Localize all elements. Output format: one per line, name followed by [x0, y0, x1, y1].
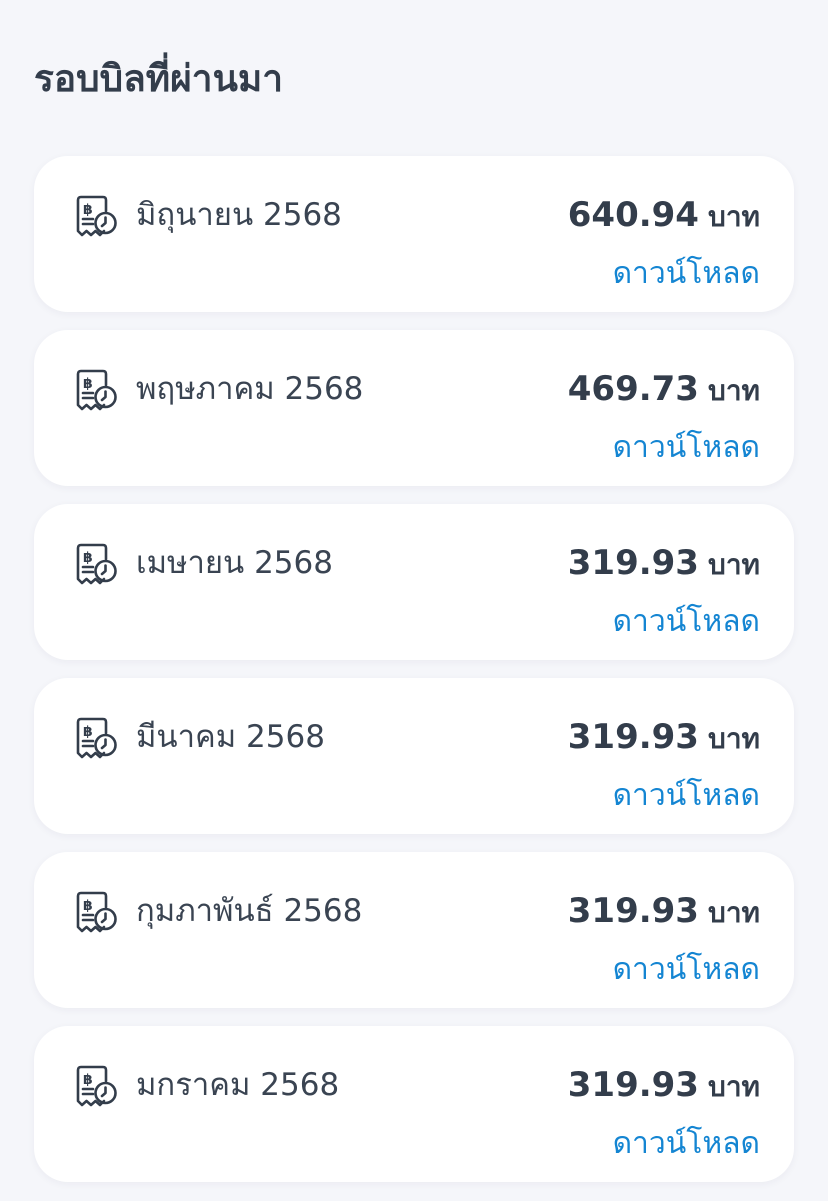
bill-list: ฿ มิถุนายน 2568 640.94 บาท ดาวน์โหลด ฿ พ…	[34, 156, 794, 1200]
bill-month: กุมภาพันธ์ 2568	[136, 893, 363, 929]
receipt-icon: ฿	[74, 889, 120, 935]
bill-amount: 319.93	[567, 891, 699, 931]
download-link[interactable]: ดาวน์โหลด	[613, 602, 760, 642]
bill-currency: บาท	[708, 722, 760, 755]
download-link[interactable]: ดาวน์โหลด	[613, 776, 760, 816]
svg-text:฿: ฿	[83, 1072, 93, 1088]
svg-text:฿: ฿	[83, 376, 93, 392]
bill-amount-row: 319.93 บาท	[568, 889, 760, 939]
bill-card[interactable]: ฿ พฤษภาคม 2568 469.73 บาท ดาวน์โหลด	[34, 330, 794, 486]
bill-month: มิถุนายน 2568	[136, 197, 342, 233]
bill-amount-row: 469.73 บาท	[568, 367, 760, 417]
bill-amount: 319.93	[567, 543, 699, 583]
bill-currency: บาท	[708, 200, 760, 233]
bill-amount: 319.93	[567, 1065, 699, 1105]
svg-text:฿: ฿	[83, 550, 93, 566]
bill-card[interactable]: ฿ เมษายน 2568 319.93 บาท ดาวน์โหลด	[34, 504, 794, 660]
bill-amount: 319.93	[567, 717, 699, 757]
bill-amount: 640.94	[567, 195, 699, 235]
bill-month: พฤษภาคม 2568	[136, 371, 364, 407]
receipt-icon: ฿	[74, 367, 120, 413]
bill-currency: บาท	[708, 1070, 760, 1103]
bill-currency: บาท	[708, 374, 760, 407]
bill-month: มกราคม 2568	[136, 1067, 340, 1103]
bill-currency: บาท	[708, 548, 760, 581]
receipt-icon: ฿	[74, 541, 120, 587]
receipt-icon: ฿	[74, 715, 120, 761]
svg-text:฿: ฿	[83, 202, 93, 218]
download-link[interactable]: ดาวน์โหลด	[613, 428, 760, 468]
bill-amount: 469.73	[567, 369, 699, 409]
bill-card[interactable]: ฿ มกราคม 2568 319.93 บาท ดาวน์โหลด	[34, 1026, 794, 1182]
download-link[interactable]: ดาวน์โหลด	[613, 254, 760, 294]
bill-card[interactable]: ฿ กุมภาพันธ์ 2568 319.93 บาท ดาวน์โหลด	[34, 852, 794, 1008]
bill-month: เมษายน 2568	[136, 545, 333, 581]
svg-text:฿: ฿	[83, 898, 93, 914]
receipt-icon: ฿	[74, 1063, 120, 1109]
download-link[interactable]: ดาวน์โหลด	[613, 950, 760, 990]
bill-currency: บาท	[708, 896, 760, 929]
receipt-icon: ฿	[74, 193, 120, 239]
page-title: รอบบิลที่ผ่านมา	[34, 57, 284, 100]
bill-card[interactable]: ฿ มีนาคม 2568 319.93 บาท ดาวน์โหลด	[34, 678, 794, 834]
bill-amount-row: 319.93 บาท	[568, 541, 760, 591]
bill-month: มีนาคม 2568	[136, 719, 325, 755]
download-link[interactable]: ดาวน์โหลด	[613, 1124, 760, 1164]
bill-card[interactable]: ฿ มิถุนายน 2568 640.94 บาท ดาวน์โหลด	[34, 156, 794, 312]
bill-amount-row: 319.93 บาท	[568, 1063, 760, 1113]
bill-amount-row: 319.93 บาท	[568, 715, 760, 765]
svg-text:฿: ฿	[83, 724, 93, 740]
bill-amount-row: 640.94 บาท	[568, 193, 760, 243]
